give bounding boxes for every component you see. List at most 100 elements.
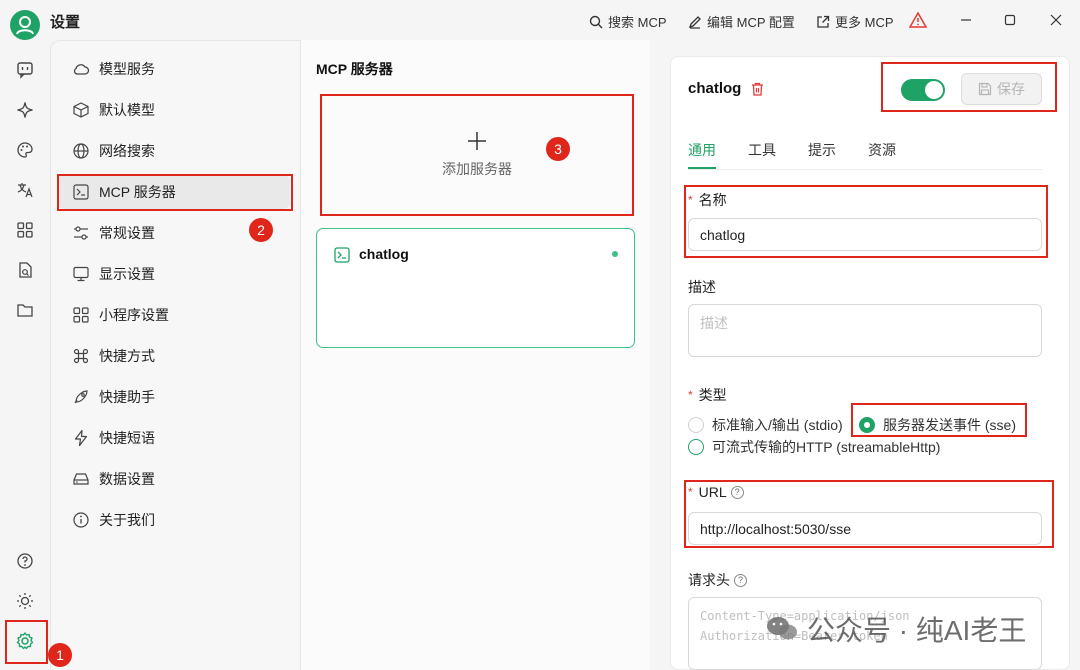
search-mcp-label: 搜索 MCP: [608, 15, 667, 30]
warning-icon[interactable]: [909, 12, 927, 28]
nav-item-10[interactable]: 数据设置: [58, 462, 290, 496]
watermark-text: 公众号 · 纯AI老王: [807, 615, 1027, 646]
headers-label: 请求头 ?: [688, 570, 747, 590]
maximize-button[interactable]: [995, 8, 1025, 32]
nav-item-2[interactable]: 网络搜索: [58, 134, 290, 168]
nav-item-label: 关于我们: [99, 512, 155, 528]
nav-item-7[interactable]: 快捷方式: [58, 339, 290, 373]
nav-item-11[interactable]: 关于我们: [58, 503, 290, 537]
nav-item-label: 数据设置: [99, 471, 155, 487]
nav-item-9[interactable]: 快捷短语: [58, 421, 290, 455]
info-icon: [72, 511, 90, 529]
mcp-panel-title: MCP 服务器: [316, 61, 393, 77]
nav-item-1[interactable]: 默认模型: [58, 93, 290, 127]
palette-icon[interactable]: [12, 137, 38, 163]
nav-item-6[interactable]: 小程序设置: [58, 298, 290, 332]
radio-sse[interactable]: 服务器发送事件 (sse): [859, 415, 1016, 435]
zap-icon: [72, 429, 90, 447]
server-name: chatlog: [359, 246, 409, 262]
url-input[interactable]: http://localhost:5030/sse: [688, 512, 1042, 545]
maximize-icon: [1004, 14, 1016, 26]
nav-item-label: 默认模型: [99, 102, 155, 118]
nav-item-3[interactable]: MCP 服务器: [58, 175, 290, 209]
save-button[interactable]: 保存: [961, 73, 1042, 105]
tab-active-indicator: [688, 167, 716, 169]
plus-icon: [468, 132, 486, 150]
name-label-text: 名称: [698, 192, 727, 208]
settings-gear-icon[interactable]: [12, 628, 38, 654]
tab-resources[interactable]: 资源: [868, 140, 896, 160]
external-link-icon: [817, 15, 830, 28]
type-label-text: 类型: [698, 387, 727, 403]
radio-circle-selected: [859, 417, 875, 433]
watermark: 公众号 · 纯AI老王: [765, 609, 1026, 649]
sparkle-icon[interactable]: [12, 97, 38, 123]
nav-item-label: 常规设置: [99, 225, 155, 241]
minimize-button[interactable]: [951, 8, 981, 32]
chat-icon[interactable]: [12, 57, 38, 83]
terminal-icon: [334, 247, 350, 263]
radio-sse-label: 服务器发送事件 (sse): [883, 417, 1016, 433]
nav-item-label: 网络搜索: [99, 143, 155, 159]
radio-circle: [688, 417, 704, 433]
edit-mcp-config-button[interactable]: 编辑 MCP 配置: [688, 12, 795, 31]
close-button[interactable]: [1041, 8, 1071, 32]
help-icon[interactable]: [12, 548, 38, 574]
save-label: 保存: [997, 81, 1025, 97]
tab-general[interactable]: 通用: [688, 140, 716, 160]
question-icon[interactable]: ?: [734, 573, 747, 587]
tab-tools[interactable]: 工具: [748, 140, 776, 160]
required-asterisk: *: [688, 388, 693, 402]
close-icon: [1050, 14, 1062, 26]
tab-prompts[interactable]: 提示: [808, 140, 836, 160]
file-search-icon[interactable]: [12, 257, 38, 283]
annotation-badge-1: 1: [48, 643, 72, 667]
required-asterisk: *: [688, 193, 693, 207]
name-label: * 名称: [688, 190, 727, 210]
radio-streamable-http-label: 可流式传输的HTTP (streamableHttp): [712, 439, 941, 455]
question-icon[interactable]: ?: [730, 485, 744, 499]
more-mcp-button[interactable]: 更多 MCP: [816, 12, 894, 31]
name-input[interactable]: chatlog: [688, 218, 1042, 251]
grid-icon: [72, 306, 90, 324]
user-avatar[interactable]: [10, 10, 40, 40]
monitor-icon: [72, 265, 90, 283]
headers-label-text: 请求头: [688, 572, 730, 588]
description-label: 描述: [688, 279, 716, 295]
rocket-icon: [72, 388, 90, 406]
url-label: * URL ?: [688, 484, 744, 500]
sliders-icon: [72, 224, 90, 242]
edit-mcp-config-label: 编辑 MCP 配置: [707, 15, 795, 30]
search-mcp-button[interactable]: 搜索 MCP: [589, 12, 667, 31]
add-server-label: 添加服务器: [442, 161, 512, 177]
server-card[interactable]: chatlog: [316, 228, 635, 348]
radio-stdio[interactable]: 标准输入/输出 (stdio): [688, 415, 843, 435]
folder-icon[interactable]: [12, 297, 38, 323]
radio-streamable-http[interactable]: 可流式传输的HTTP (streamableHttp): [688, 437, 940, 457]
radio-stdio-label: 标准输入/输出 (stdio): [712, 417, 843, 433]
required-asterisk: *: [688, 485, 693, 499]
nav-item-8[interactable]: 快捷助手: [58, 380, 290, 414]
nav-item-label: MCP 服务器: [99, 184, 176, 200]
user-icon: [16, 16, 34, 35]
delete-icon[interactable]: [751, 82, 764, 96]
status-dot: [612, 251, 618, 257]
cloud-icon: [72, 60, 90, 78]
search-icon: [589, 15, 603, 28]
apps-grid-icon[interactable]: [12, 217, 38, 243]
tab-divider: [688, 169, 1042, 170]
nav-item-5[interactable]: 显示设置: [58, 257, 290, 291]
add-server-button[interactable]: 添加服务器: [322, 96, 632, 214]
command-icon: [72, 347, 90, 365]
sun-icon[interactable]: [12, 588, 38, 614]
translate-icon[interactable]: [12, 177, 38, 203]
nav-item-0[interactable]: 模型服务: [58, 52, 290, 86]
nav-item-label: 快捷方式: [99, 348, 155, 364]
nav-item-label: 显示设置: [99, 266, 155, 282]
server-enabled-toggle[interactable]: [901, 79, 945, 101]
globe-icon: [72, 142, 90, 160]
nav-item-label: 快捷短语: [99, 430, 155, 446]
more-mcp-label: 更多 MCP: [835, 15, 894, 30]
pencil-icon: [688, 15, 701, 29]
description-textarea[interactable]: 描述: [688, 304, 1042, 357]
